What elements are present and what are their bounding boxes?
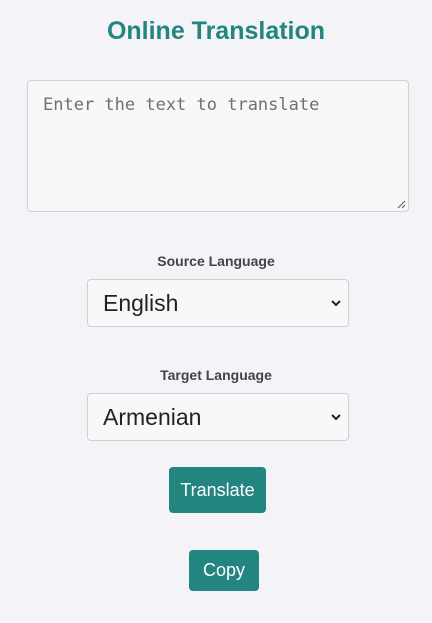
resize-grip-icon[interactable] (397, 200, 406, 209)
target-language-select[interactable]: Armenian (87, 393, 349, 441)
source-language-value: English (103, 290, 179, 316)
chevron-down-icon (331, 300, 341, 307)
chevron-down-icon (331, 414, 341, 421)
translation-page: Online Translation Source Language Engli… (0, 0, 432, 623)
target-language-label: Target Language (160, 367, 272, 383)
page-title: Online Translation (106, 17, 326, 45)
target-language-value: Armenian (103, 404, 202, 430)
source-language-label: Source Language (157, 253, 275, 269)
copy-button[interactable]: Copy (189, 550, 259, 591)
source-language-select[interactable]: English (87, 279, 349, 327)
text-input[interactable] (27, 80, 409, 212)
text-input-container (27, 80, 409, 212)
translate-button[interactable]: Translate (169, 467, 266, 513)
